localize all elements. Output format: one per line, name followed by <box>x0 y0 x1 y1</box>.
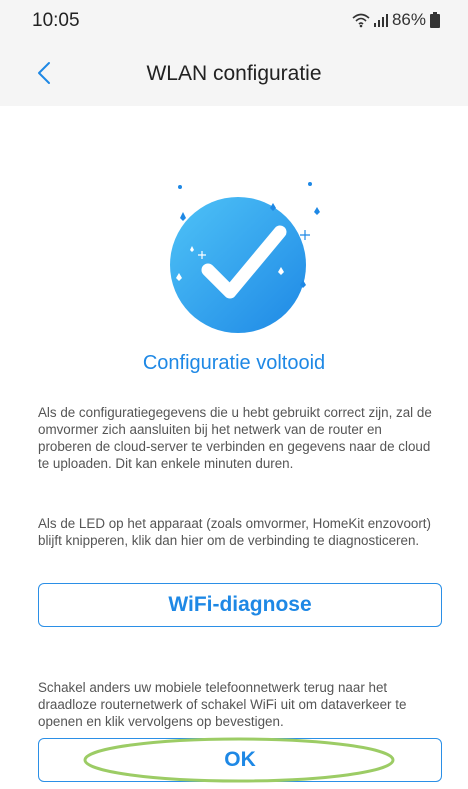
wifi-diagnose-button[interactable]: WiFi-diagnose <box>38 583 442 627</box>
network-paragraph: Schakel anders uw mobiele telefoonnetwer… <box>38 680 407 729</box>
info-paragraph: Als de configuratiegegevens die u hebt g… <box>38 405 432 471</box>
status-time: 10:05 <box>32 10 80 31</box>
page-title: WLAN configuratie <box>146 62 322 85</box>
battery-icon <box>430 12 440 28</box>
check-circle-icon <box>150 170 330 350</box>
signal-icon <box>373 13 388 27</box>
wifi-icon <box>352 12 370 28</box>
completion-heading: Configuratie voltooid <box>142 352 326 374</box>
status-indicators: 86% <box>352 10 440 30</box>
status-bar: 10:05 86% <box>0 0 468 44</box>
battery-percent: 86% <box>391 10 426 29</box>
ok-button[interactable]: OK <box>38 738 442 782</box>
led-paragraph: Als de LED op het apparaat (zoals omvorm… <box>38 516 431 548</box>
app-header: WLAN configuratie <box>0 44 468 106</box>
